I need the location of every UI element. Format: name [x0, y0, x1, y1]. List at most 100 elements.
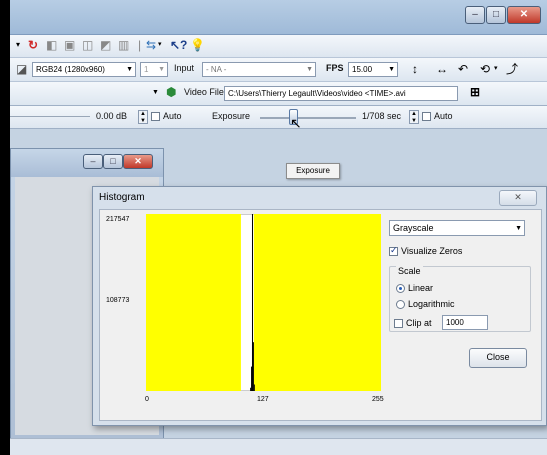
scale-group-label: Scale [396, 266, 423, 276]
minimize-icon[interactable]: ‒ [83, 154, 103, 169]
record-icon[interactable]: ↻ [28, 38, 38, 52]
clip-value-input[interactable]: 1000 [442, 315, 488, 330]
clip-checkbox[interactable]: Clip at [394, 318, 432, 329]
fps-combo[interactable]: 15.00 ▼ [348, 62, 398, 77]
chevron-down-icon[interactable]: ▾ [494, 62, 498, 76]
close-button-label: Close [486, 352, 510, 362]
visualize-zeros-label: Visualize Zeros [401, 246, 463, 256]
x-tick-label: 127 [257, 396, 269, 403]
histogram-mode-combo[interactable]: Grayscale ▼ [389, 220, 525, 236]
y-tick-label: 217547 [106, 216, 130, 223]
minimize-icon[interactable]: ‒ [465, 6, 485, 24]
main-title-bar: ‒ □ ✕ [10, 0, 547, 35]
histogram-bar [251, 366, 253, 391]
browse-folder-icon[interactable]: ⊞ [470, 85, 480, 99]
checkbox-icon [422, 112, 431, 122]
mouse-cursor-icon: ↖ [290, 115, 302, 131]
vertical-arrow-icon[interactable]: ↕ [412, 62, 418, 76]
radio-icon [396, 284, 405, 294]
gain-spinner[interactable]: ▲ ▼ [138, 110, 148, 124]
toolbar-icons-row: ▾ ↻ ◧ ▣ ◫ ◩ ▥ | ⇆ ▾ ↖? 💡 [10, 35, 547, 58]
checkbox-icon [389, 245, 398, 257]
exposure-label: Exposure [212, 111, 251, 121]
dropdown-arrow-icon[interactable]: ▾ [16, 38, 20, 52]
logarithmic-label: Logarithmic [408, 299, 455, 309]
zero-region-fill [146, 214, 241, 391]
close-icon[interactable]: ✕ [507, 6, 541, 24]
copy-icon[interactable]: ◫ [82, 38, 93, 52]
zoom-combo[interactable]: 1 ▼ [140, 62, 168, 77]
display-icon[interactable]: ⇆ [146, 38, 156, 52]
video-file-path: C:\Users\Thierry Legault\Videos\video <T… [228, 89, 406, 98]
histogram-title-bar: Histogram ✕ [93, 187, 546, 209]
flip-icon[interactable]: ⟲ [480, 62, 490, 76]
clip-value: 1000 [446, 318, 464, 327]
chevron-down-icon: ▼ [515, 225, 522, 232]
chevron-down-icon: ▼ [306, 66, 313, 73]
auto-gain-checkbox[interactable]: Auto [151, 111, 182, 122]
chevron-down-icon: ▼ [126, 66, 133, 73]
chevron-down-icon[interactable]: ▾ [158, 38, 162, 52]
video-file-icon[interactable]: ⬢ [166, 85, 176, 99]
close-icon[interactable]: ✕ [499, 190, 537, 206]
status-bar [10, 438, 547, 455]
rotate-icon[interactable]: ↶ [458, 62, 468, 76]
camera-icon[interactable]: ◪ [16, 62, 27, 76]
histogram-dialog: Histogram ✕ 217547 108773 0 127 255 Gray… [92, 186, 547, 426]
x-tick-label: 0 [145, 396, 149, 403]
chevron-down-icon: ▼ [158, 66, 165, 73]
capture-icon[interactable]: ▣ [64, 38, 75, 52]
linear-label: Linear [408, 283, 434, 293]
video-file-path-field[interactable]: C:\Users\Thierry Legault\Videos\video <T… [224, 86, 458, 101]
input-label: Input [174, 63, 195, 73]
checkbox-icon [151, 112, 160, 122]
mode-value: Grayscale [393, 223, 434, 233]
gain-value: 0.00 dB [96, 111, 128, 121]
exposure-slider-track[interactable] [260, 117, 356, 119]
curve-icon[interactable]: ⤴ [506, 62, 518, 76]
exposure-tooltip: Exposure [286, 163, 340, 179]
histogram-client-area: 217547 108773 0 127 255 Grayscale ▼ Visua… [99, 209, 542, 421]
maximize-icon[interactable]: □ [103, 154, 123, 169]
fps-value: 15.00 [352, 65, 373, 74]
zero-region-fill [253, 214, 381, 391]
chevron-down-icon: ▼ [388, 66, 395, 73]
exposure-spinner[interactable]: ▲ ▼ [409, 110, 419, 124]
format-value: RGB24 (1280x960) [36, 65, 105, 74]
paste-icon[interactable]: ◩ [100, 38, 111, 52]
application-screen: ‒ □ ✕ ▾ ↻ ◧ ▣ ◫ ◩ ▥ | ⇆ ▾ ↖? 💡 ◪ RGB24 (… [10, 0, 547, 455]
histogram-title: Histogram [99, 192, 145, 203]
auto-exposure-checkbox[interactable]: Auto [422, 111, 453, 122]
auto-gain-label: Auto [163, 111, 182, 121]
open-file-icon[interactable]: ◧ [46, 38, 57, 52]
toolbar-format-row: ◪ RGB24 (1280x960) ▼ 1 ▼ Input - NA - ▼ FPS… [10, 58, 547, 82]
x-tick-label: 255 [372, 396, 384, 403]
video-file-label: Video File [184, 87, 224, 97]
radio-icon [396, 300, 405, 310]
format-combo[interactable]: RGB24 (1280x960) ▼ [32, 62, 136, 77]
linear-radio[interactable]: Linear [396, 283, 434, 294]
histogram-bar [250, 387, 252, 391]
help-icon[interactable]: ↖? [170, 38, 187, 52]
gain-slider[interactable] [10, 116, 90, 117]
toolbar-file-row: ▼ ⬢ Video File C:\Users\Thierry Legault\… [10, 82, 547, 106]
close-button[interactable]: Close [469, 348, 527, 368]
lightbulb-icon[interactable]: 💡 [190, 38, 205, 52]
histogram-chart [146, 214, 381, 391]
scale-group: Scale Linear Logarithmic Clip at 1000 [389, 266, 531, 332]
close-icon[interactable]: ✕ [123, 154, 153, 169]
maximize-icon[interactable]: □ [486, 6, 506, 24]
histogram-bar [251, 214, 253, 391]
fps-label: FPS [326, 63, 344, 73]
clip-label: Clip at [406, 318, 432, 328]
subwindow-title-bar: ‒ □ ✕ [11, 149, 163, 177]
horizontal-arrow-icon[interactable]: ↔ [436, 62, 448, 76]
exposure-value: 1/708 sec [362, 111, 402, 121]
input-combo[interactable]: - NA - ▼ [202, 62, 316, 77]
separator-icon: | [138, 38, 142, 52]
visualize-zeros-checkbox[interactable]: Visualize Zeros [389, 245, 463, 257]
frame-icon[interactable]: ▥ [118, 38, 129, 52]
chevron-down-icon[interactable]: ▼ [152, 86, 159, 100]
toolbar-exposure-row: 0.00 dB ▲ ▼ Auto Exposure ↖ 1/708 sec ▲ ▼ … [10, 106, 547, 131]
logarithmic-radio[interactable]: Logarithmic [396, 299, 455, 310]
